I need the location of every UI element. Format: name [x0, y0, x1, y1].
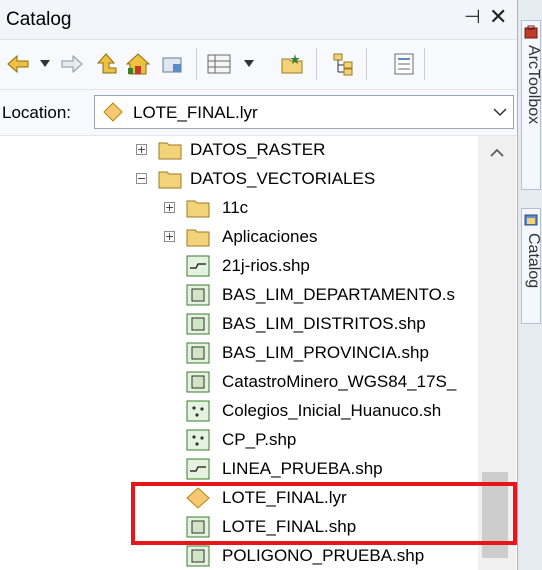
toolbar-separator: [196, 48, 197, 80]
tree-item-label: LINEA_PRUEBA.shp: [222, 459, 383, 478]
tree-item-label: Aplicaciones: [222, 227, 318, 246]
folder-icon: [158, 142, 182, 160]
polygon-shapefile-icon: [186, 371, 210, 393]
tab-arctoolbox[interactable]: ArcToolbox: [521, 20, 542, 190]
tree-item-aplicaciones[interactable]: + Aplicaciones: [0, 223, 478, 252]
tree-item-bas-lim-distritos[interactable]: BAS_LIM_DISTRITOS.shp: [0, 310, 478, 339]
folder-icon: [186, 200, 210, 218]
location-label: Location:: [2, 103, 71, 122]
home-icon[interactable]: [126, 52, 150, 76]
toolbar-separator: [366, 48, 367, 80]
scrollbar-thumb[interactable]: [482, 472, 508, 558]
location-combobox[interactable]: LOTE_FINAL.lyr: [94, 95, 514, 129]
view-dropdown-icon[interactable]: [244, 60, 254, 68]
pin-icon[interactable]: ⊣: [464, 6, 481, 29]
tree-item-label: 21j-rios.shp: [222, 256, 310, 275]
tree-item-label: Colegios_Inicial_Huanuco.sh: [222, 401, 442, 420]
tree-item-catastro-minero[interactable]: CatastroMinero_WGS84_17S_: [0, 368, 478, 397]
tree-item-label: POLIGONO_PRUEBA.shp: [222, 546, 425, 565]
folder-icon: [186, 229, 210, 247]
toolbar-separator: [316, 48, 317, 80]
tree-item-label: 11c: [222, 198, 249, 217]
connect-folder-icon[interactable]: [160, 52, 184, 76]
tree-item-21j-rios[interactable]: 21j-rios.shp: [0, 252, 478, 281]
new-folder-icon[interactable]: [280, 52, 304, 76]
tree-item-datos-raster[interactable]: + DATOS_RASTER: [0, 136, 478, 165]
back-dropdown-icon[interactable]: [40, 60, 50, 68]
scroll-up-icon[interactable]: [490, 148, 504, 158]
tree-item-lote-final-lyr[interactable]: LOTE_FINAL.lyr: [0, 484, 478, 513]
tree-item-label: LOTE_FINAL.lyr: [222, 488, 347, 507]
tree-item-label: BAS_LIM_DEPARTAMENTO.s: [222, 285, 456, 304]
tree-item-colegios-inicial[interactable]: Colegios_Inicial_Huanuco.sh: [0, 397, 478, 426]
close-icon[interactable]: ✕: [489, 4, 507, 30]
toolbar: [0, 40, 517, 90]
toolbar-separator: [424, 48, 425, 80]
tab-label: ArcToolbox: [525, 45, 542, 125]
forward-arrow-icon[interactable]: [60, 52, 84, 76]
layer-file-icon: [186, 487, 210, 509]
vertical-scrollbar[interactable]: [478, 136, 516, 570]
tree-item-label: DATOS_RASTER: [190, 140, 326, 159]
toolbox-icon: [524, 25, 538, 39]
tree-item-label: DATOS_VECTORIALES: [190, 169, 376, 188]
folder-icon: [158, 171, 182, 189]
expand-icon[interactable]: +: [164, 202, 175, 213]
tree-item-lote-final-shp[interactable]: LOTE_FINAL.shp: [0, 513, 478, 542]
tree-icon[interactable]: [332, 52, 356, 76]
tree-item-bas-lim-departamento[interactable]: BAS_LIM_DEPARTAMENTO.s: [0, 281, 478, 310]
line-shapefile-icon: [186, 255, 210, 277]
catalog-tree: + DATOS_RASTER − DATOS_VECTORIALES + 11c…: [0, 136, 478, 570]
tree-item-label: CP_P.shp: [222, 430, 297, 449]
tree-item-label: CatastroMinero_WGS84_17S_: [222, 372, 457, 391]
polygon-shapefile-icon: [186, 516, 210, 538]
tree-item-cp-p[interactable]: CP_P.shp: [0, 426, 478, 455]
collapse-icon[interactable]: −: [136, 173, 147, 184]
tree-item-label: BAS_LIM_PROVINCIA.shp: [222, 343, 429, 362]
catalog-icon: [524, 214, 538, 226]
polygon-shapefile-icon: [186, 284, 210, 306]
view-icon[interactable]: [206, 52, 236, 76]
window-title: Catalog: [6, 9, 72, 30]
line-shapefile-icon: [186, 458, 210, 480]
back-arrow-icon[interactable]: [6, 52, 30, 76]
polygon-shapefile-icon: [186, 545, 210, 567]
tree-item-poligono-prueba[interactable]: POLIGONO_PRUEBA.shp: [0, 542, 478, 570]
catalog-window: Catalog ⊣ ✕ Location: LOTE_FINAL.lyr + D…: [0, 0, 518, 570]
tab-label: Catalog: [525, 233, 542, 289]
chevron-down-icon[interactable]: [493, 105, 507, 119]
side-tab-strip: ArcToolbox Catalog: [518, 0, 542, 570]
tree-item-bas-lim-provincia[interactable]: BAS_LIM_PROVINCIA.shp: [0, 339, 478, 368]
details-icon[interactable]: [392, 52, 416, 76]
point-shapefile-icon: [186, 400, 210, 422]
polygon-shapefile-icon: [186, 342, 210, 364]
tree-item-label: BAS_LIM_DISTRITOS.shp: [222, 314, 426, 333]
tree-item-linea-prueba[interactable]: LINEA_PRUEBA.shp: [0, 455, 478, 484]
tab-catalog[interactable]: Catalog: [521, 208, 542, 324]
tree-item-datos-vectoriales[interactable]: − DATOS_VECTORIALES: [0, 165, 478, 194]
expand-icon[interactable]: +: [136, 144, 147, 155]
expand-icon[interactable]: +: [164, 231, 175, 242]
up-one-level-icon[interactable]: [94, 52, 118, 76]
location-bar: Location: LOTE_FINAL.lyr: [0, 90, 517, 136]
location-value: LOTE_FINAL.lyr: [133, 103, 258, 122]
layer-file-icon: [103, 102, 123, 122]
title-bar: Catalog ⊣ ✕: [0, 0, 517, 40]
tree-item-11c[interactable]: + 11c: [0, 194, 478, 223]
point-shapefile-icon: [186, 429, 210, 451]
polygon-shapefile-icon: [186, 313, 210, 335]
tree-item-label: LOTE_FINAL.shp: [222, 517, 357, 536]
